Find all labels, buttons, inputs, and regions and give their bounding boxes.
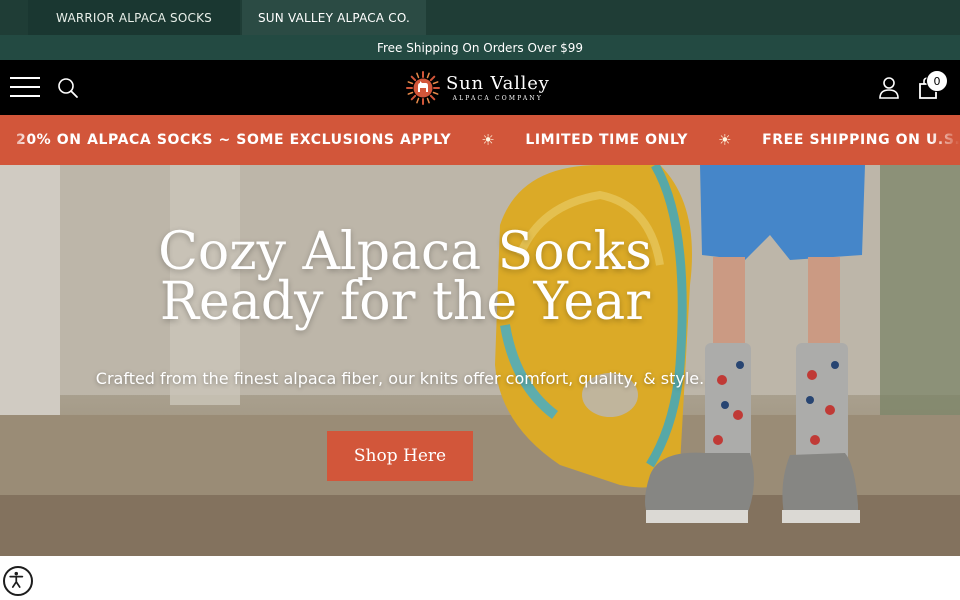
cart-count-badge[interactable]: 0 — [926, 70, 948, 92]
hero-title: Cozy Alpaca Socks Ready for the Year — [140, 222, 670, 332]
site-logo[interactable]: Sun Valley ALPACA COMPANY — [406, 70, 566, 106]
sun-separator-icon: ☀ — [718, 131, 733, 149]
ticker-item: LIMITED TIME ONLY — [525, 132, 689, 148]
hero-title-line-1: Cozy Alpaca Socks — [158, 222, 652, 282]
ticker-item: 20% ON ALPACA SOCKS ~ SOME EXCLUSIONS AP… — [16, 132, 452, 148]
site-header: Sun Valley ALPACA COMPANY 0 — [0, 60, 960, 115]
hero-subtitle: Crafted from the finest alpaca fiber, ou… — [95, 369, 705, 388]
sun-separator-icon: ☀ — [481, 131, 496, 149]
shop-here-button[interactable]: Shop Here — [327, 431, 473, 481]
announcement-text: Free Shipping On Orders Over $99 — [376, 40, 584, 55]
announcement-bar: Free Shipping On Orders Over $99 — [0, 35, 960, 60]
search-icon[interactable] — [57, 77, 79, 99]
hero-title-line-2: Ready for the Year — [159, 272, 651, 332]
logo-subtitle: ALPACA COMPANY — [452, 94, 544, 102]
brand-tab-warrior[interactable]: WARRIOR ALPACA SOCKS — [28, 0, 240, 35]
account-icon[interactable] — [878, 76, 900, 100]
promo-ticker: 20% ON ALPACA SOCKS ~ SOME EXCLUSIONS AP… — [0, 115, 960, 165]
sun-logo-icon — [406, 71, 440, 105]
hero-banner: Cozy Alpaca Socks Ready for the Year Cra… — [0, 165, 960, 556]
brand-tab-sun-valley[interactable]: SUN VALLEY ALPACA CO. — [242, 0, 426, 35]
ticker-fade-left — [0, 115, 30, 165]
brand-tab-bar: WARRIOR ALPACA SOCKS SUN VALLEY ALPACA C… — [0, 0, 960, 35]
accessibility-icon[interactable] — [3, 566, 33, 596]
menu-icon[interactable] — [10, 75, 40, 99]
logo-name: Sun Valley — [446, 72, 550, 94]
ticker-track: 20% ON ALPACA SOCKS ~ SOME EXCLUSIONS AP… — [16, 115, 960, 165]
ticker-fade-right — [930, 115, 960, 165]
